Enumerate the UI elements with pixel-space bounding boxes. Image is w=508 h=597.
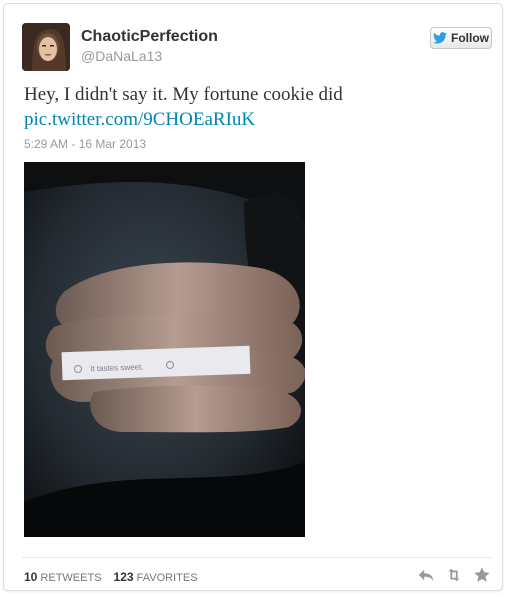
favorites-count: 123 — [113, 570, 134, 584]
favorites-label: FAVORITES — [136, 572, 198, 584]
tweet-text: Hey, I didn't say it. My fortune cookie … — [24, 84, 343, 105]
avatar[interactable] — [22, 23, 70, 71]
tweet-card: ChaoticPerfection @DaNaLa13 Follow Hey, … — [3, 3, 503, 591]
divider — [22, 557, 492, 558]
follow-button[interactable]: Follow — [430, 27, 492, 49]
star-icon[interactable] — [473, 566, 491, 584]
tweet-stats: 10 RETWEETS 123 FAVORITES — [24, 570, 198, 584]
retweet-icon[interactable] — [445, 566, 463, 584]
favorites-stat[interactable]: 123 FAVORITES — [114, 570, 198, 584]
follow-label: Follow — [451, 31, 489, 45]
tweet-media-link[interactable]: pic.twitter.com/9CHOEaRIuK — [24, 107, 494, 132]
retweets-label: RETWEETS — [40, 572, 102, 584]
tweet-photo[interactable]: It tastes sweet. — [24, 162, 305, 537]
retweets-count: 10 — [24, 570, 38, 584]
user-handle[interactable]: @DaNaLa13 — [81, 48, 162, 64]
reply-icon[interactable] — [417, 566, 435, 584]
tweet-actions — [417, 566, 491, 584]
display-name[interactable]: ChaoticPerfection — [81, 28, 218, 46]
twitter-bird-icon — [433, 32, 447, 44]
tweet-timestamp[interactable]: 5:29 AM - 16 Mar 2013 — [24, 137, 146, 151]
tweet-body: Hey, I didn't say it. My fortune cookie … — [24, 82, 494, 132]
fortune-text: It tastes sweet. — [90, 362, 144, 373]
retweets-stat[interactable]: 10 RETWEETS — [24, 570, 102, 584]
